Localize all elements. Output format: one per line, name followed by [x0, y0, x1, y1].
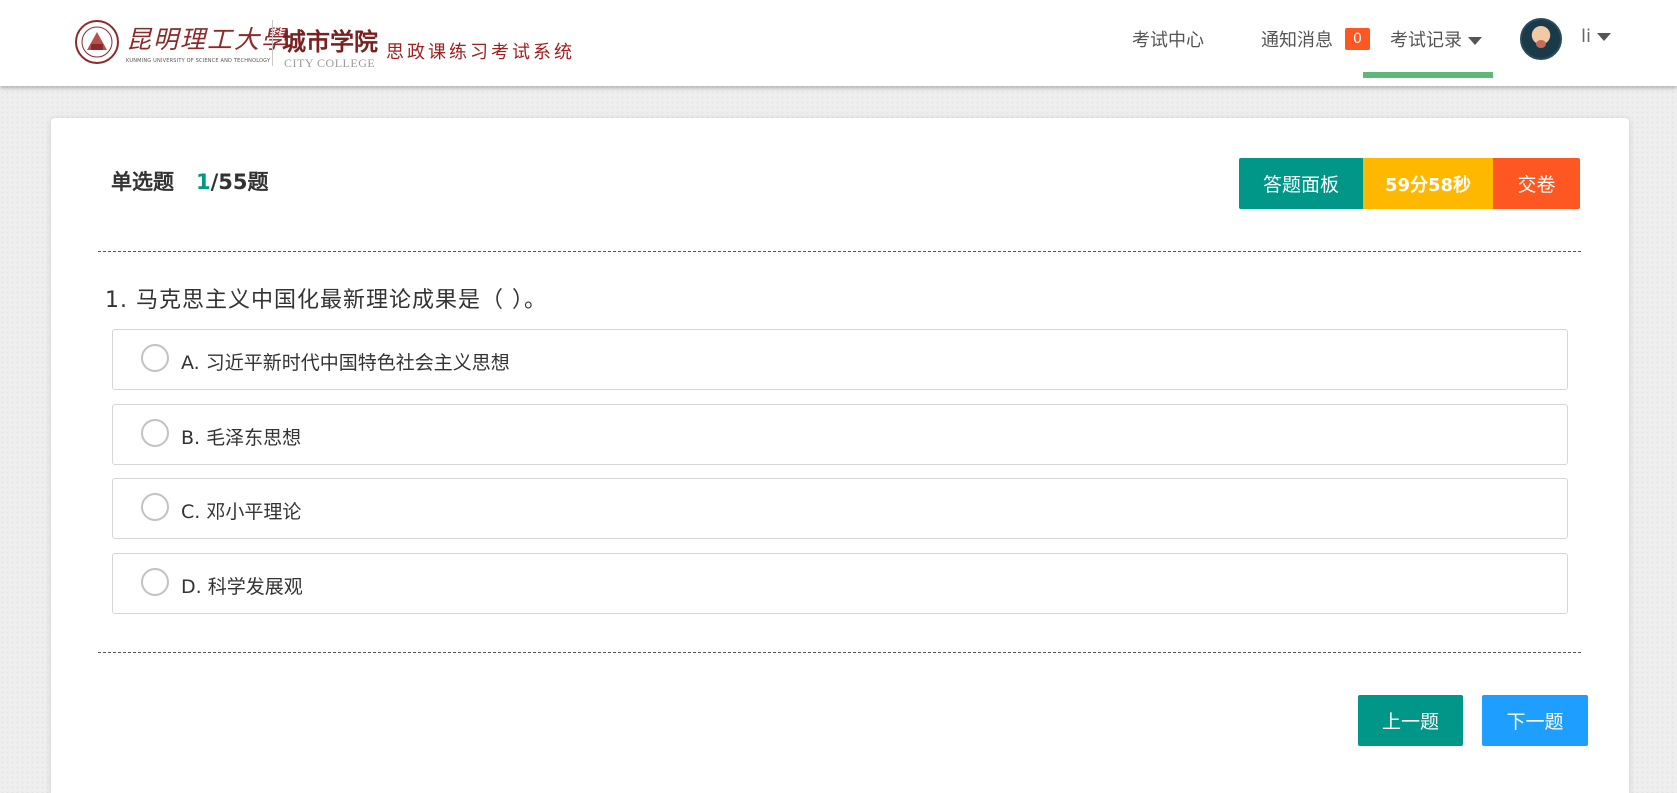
- submit-exam-button[interactable]: 交卷: [1493, 158, 1580, 209]
- exam-action-group: 答题面板 59分58秒 交卷: [1239, 158, 1580, 209]
- option-b[interactable]: B. 毛泽东思想: [112, 404, 1568, 465]
- prev-question-button[interactable]: 上一题: [1358, 695, 1463, 746]
- university-seal-icon: [75, 20, 119, 64]
- university-name: 昆明理工大學: [126, 25, 289, 54]
- user-name-label: li: [1581, 26, 1592, 47]
- user-avatar[interactable]: [1520, 18, 1562, 60]
- question-type-label: 单选题: [111, 170, 174, 194]
- system-name: 思政课练习考试系统: [386, 42, 575, 63]
- exam-card: 单选题 1/55题 答题面板 59分58秒 交卷 1. 马克思主义中国化最新理论…: [51, 118, 1629, 793]
- question-text: 1. 马克思主义中国化最新理论成果是（ ）。: [105, 288, 547, 313]
- radio-icon[interactable]: [141, 419, 169, 447]
- option-a[interactable]: A. 习近平新时代中国特色社会主义思想: [112, 329, 1568, 390]
- nav-notifications[interactable]: 通知消息: [1261, 26, 1333, 52]
- top-header: 昆明理工大學 KUNMING UNIVERSITY OF SCIENCE AND…: [0, 0, 1677, 86]
- logo-divider: [272, 20, 273, 66]
- next-question-button[interactable]: 下一题: [1482, 695, 1588, 746]
- option-c[interactable]: C. 邓小平理论: [112, 478, 1568, 539]
- answer-panel-button[interactable]: 答题面板: [1239, 158, 1363, 209]
- notification-count-badge: 0: [1345, 28, 1370, 50]
- college-english-name: CITY COLLEGE: [284, 56, 376, 70]
- option-label: A. 习近平新时代中国特色社会主义思想: [181, 352, 510, 374]
- chevron-down-icon: [1597, 33, 1612, 41]
- top-divider: [98, 251, 1581, 252]
- option-d[interactable]: D. 科学发展观: [112, 553, 1568, 614]
- radio-icon[interactable]: [141, 568, 169, 596]
- college-name: 城市学院: [282, 27, 378, 56]
- nav-active-indicator: [1363, 72, 1493, 78]
- radio-icon[interactable]: [141, 344, 169, 372]
- nav-exam-records[interactable]: 考试记录: [1390, 26, 1482, 52]
- total-questions-label: /55题: [210, 170, 269, 194]
- nav-exam-center[interactable]: 考试中心: [1132, 26, 1204, 52]
- current-question-number: 1: [196, 170, 211, 194]
- option-label: D. 科学发展观: [181, 576, 303, 598]
- option-label: B. 毛泽东思想: [181, 427, 302, 449]
- question-progress: 1/55题: [196, 166, 269, 196]
- countdown-timer: 59分58秒: [1363, 158, 1493, 209]
- university-english-name: KUNMING UNIVERSITY OF SCIENCE AND TECHNO…: [126, 58, 271, 64]
- option-label: C. 邓小平理论: [181, 501, 302, 523]
- chevron-down-icon: [1468, 37, 1482, 45]
- radio-icon[interactable]: [141, 493, 169, 521]
- nav-exam-records-label: 考试记录: [1390, 30, 1462, 51]
- bottom-divider: [98, 652, 1581, 653]
- user-menu[interactable]: li: [1581, 26, 1612, 47]
- site-logo[interactable]: 昆明理工大學 KUNMING UNIVERSITY OF SCIENCE AND…: [74, 16, 594, 72]
